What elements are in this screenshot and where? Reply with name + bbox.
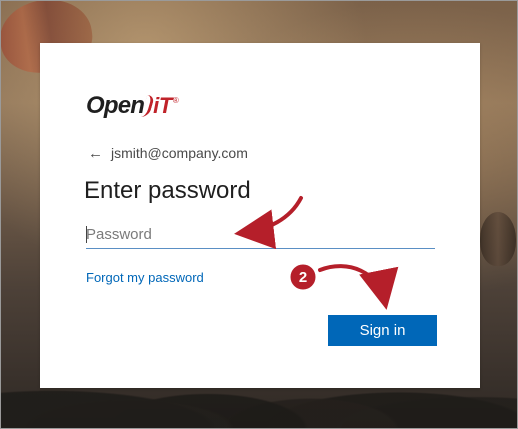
password-field-wrapper[interactable] xyxy=(86,221,435,249)
logo-registered-mark: ® xyxy=(172,96,179,105)
back-arrow-icon[interactable]: ← xyxy=(88,146,103,161)
account-email[interactable]: jsmith@company.com xyxy=(111,144,248,162)
page-title: Enter password xyxy=(84,177,251,204)
logo-it-text: iT xyxy=(153,93,172,118)
login-screen: Open iT ® ← jsmith@company.com Enter pas… xyxy=(0,0,518,429)
text-caret xyxy=(86,226,87,243)
logo-open-text: Open xyxy=(86,92,145,119)
back-account-link[interactable]: ← jsmith@company.com xyxy=(88,144,248,162)
password-input[interactable] xyxy=(86,221,435,249)
sign-in-button[interactable]: Sign in xyxy=(328,315,437,346)
open-it-logo: Open iT ® xyxy=(86,92,179,120)
forgot-password-link[interactable]: Forgot my password xyxy=(86,270,204,286)
login-card: Open iT ® ← jsmith@company.com Enter pas… xyxy=(40,43,480,388)
background-balloon-right xyxy=(480,212,516,266)
